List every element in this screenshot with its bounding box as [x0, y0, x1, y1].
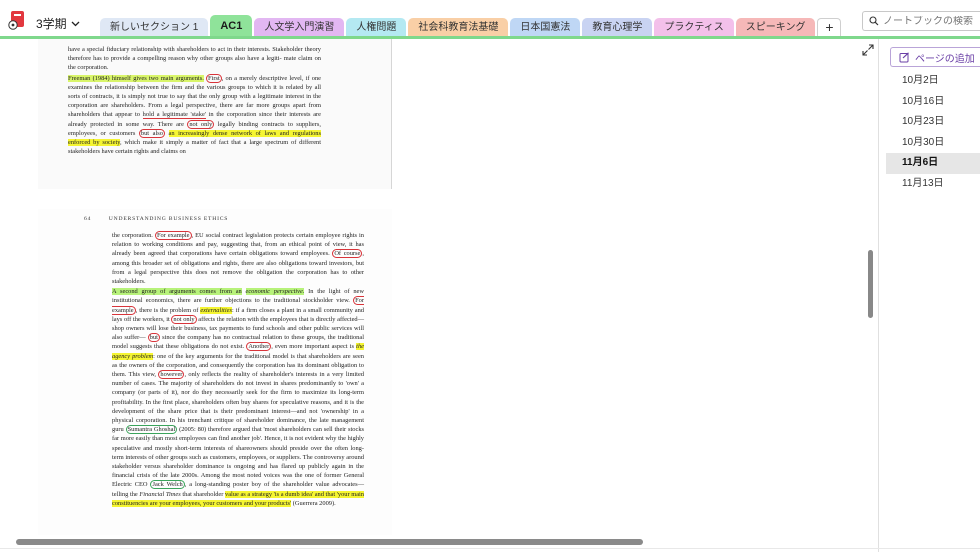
scan2-text-run: , only reflects the reality of sharehold…	[112, 371, 364, 434]
section-tabs: 新しいセクション 1 AC1 人文学入門演習 人権問題 社会科教育法基礎 日本国憲法 教育心…	[100, 15, 842, 37]
section-tab[interactable]: AC1	[210, 15, 253, 37]
highlight-economic-perspective: economic perspective.	[245, 288, 305, 296]
chevron-down-icon	[71, 21, 80, 26]
scan2-text-run: that shareholder	[180, 490, 224, 498]
pane-divider	[878, 39, 879, 552]
scan2-text-run: the corporation.	[112, 232, 153, 239]
section-tab[interactable]: 新しいセクション 1	[100, 18, 209, 37]
onenote-logo-icon	[8, 11, 24, 30]
highlight-freeman: Freeman (1984) himself gives two main ar…	[68, 74, 204, 82]
circled-not-only: not only	[187, 119, 215, 129]
search-icon	[869, 16, 879, 26]
page-item[interactable]: 11月6日	[886, 153, 980, 174]
section-tab[interactable]: 人文学入門演習	[254, 18, 345, 37]
page-item[interactable]: 10月23日	[886, 112, 980, 133]
circled-another: Another	[246, 342, 272, 352]
notebook-name-label: 3学期	[36, 17, 67, 31]
add-page-button[interactable]: ページの追加	[890, 47, 980, 67]
scan2-text-run: , there is the problem of	[135, 306, 199, 314]
page-canvas[interactable]: have a special fiduciary relationship wi…	[0, 39, 878, 545]
circled-jack-welch: Jack Welch	[150, 480, 185, 490]
circled-however: however	[158, 370, 185, 380]
notebook-selector[interactable]: 3学期	[36, 15, 80, 32]
scan1-text: have a special fiduciary relationship wi…	[68, 45, 321, 157]
section-tab[interactable]: 社会科教育法基礎	[408, 18, 509, 37]
scanned-page-top: have a special fiduciary relationship wi…	[38, 39, 392, 189]
scan2-page-number: 64	[84, 216, 92, 222]
section-tab[interactable]: 日本国憲法	[510, 18, 581, 37]
section-tab[interactable]: 教育心理学	[582, 18, 653, 37]
scan2-text-run: (Guerrera 2009).	[291, 499, 336, 507]
vertical-scrollbar[interactable]	[868, 250, 873, 318]
scan1-line: have a special fiduciary relationship wi…	[68, 46, 303, 53]
page-item[interactable]: 10月2日	[886, 71, 980, 92]
notebook-search[interactable]	[862, 11, 980, 31]
highlight-second-group: A second group of arguments comes from a…	[112, 288, 242, 296]
circled-of-course: Of course	[332, 249, 363, 259]
circled-but: but	[147, 333, 160, 343]
add-page-icon	[899, 51, 909, 62]
add-section-button[interactable]: +	[817, 18, 842, 37]
scan2-text-run: , even more important aspect is	[271, 343, 354, 351]
circled-for-example: For example	[154, 231, 192, 240]
italic-financial-times: Financial Times	[139, 490, 181, 498]
page-item[interactable]: 11月13日	[886, 174, 980, 195]
page-item[interactable]: 10月16日	[886, 92, 980, 113]
top-bar: 3学期 新しいセクション 1 AC1 人文学入門演習 人権問題 社会科教育法基礎 日本国憲…	[0, 0, 980, 39]
highlight-externalities: externalities	[200, 306, 232, 314]
page-item[interactable]: 10月30日	[886, 133, 980, 154]
underlined-stake: hold a legitimate 'stake'	[142, 111, 206, 120]
scanned-page-bottom: 64 UNDERSTANDING BUSINESS ETHICS the cor…	[38, 209, 392, 535]
circled-but-also: but also	[138, 128, 165, 138]
circled-not-only-2: not only	[171, 314, 197, 324]
page-list-pane: ページの追加 10月2日 10月16日 10月23日 10月30日 11月6日 11月13…	[880, 39, 980, 552]
horizontal-scrollbar[interactable]	[16, 539, 643, 545]
section-tab[interactable]: プラクティス	[654, 18, 734, 37]
expand-icon[interactable]	[862, 44, 874, 56]
scan2-running-head: 64 UNDERSTANDING BUSINESS ETHICS	[84, 216, 228, 222]
scan2-text: the corporation. For example, EU social …	[112, 231, 365, 509]
circled-ghoshal: Sumantra Ghoshal	[125, 425, 178, 435]
circled-first: First	[206, 73, 222, 83]
page-list: 10月2日 10月16日 10月23日 10月30日 11月6日 11月13日	[886, 71, 980, 194]
bottom-divider	[0, 548, 980, 549]
add-page-label: ページの追加	[915, 53, 975, 65]
section-tab[interactable]: 人権問題	[346, 18, 407, 37]
scan2-text-run: (2005: 80) therefore argued that 'most s…	[112, 426, 365, 489]
section-tab[interactable]: スピーキング	[735, 18, 816, 37]
scan2-head-title: UNDERSTANDING BUSINESS ETHICS	[108, 216, 229, 222]
search-input[interactable]	[883, 15, 979, 27]
